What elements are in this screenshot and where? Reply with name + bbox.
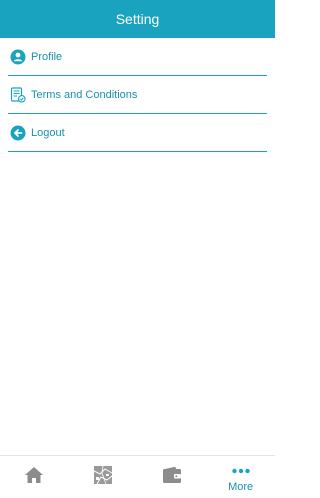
- menu-item-terms[interactable]: Terms and Conditions: [8, 76, 267, 114]
- menu-item-profile[interactable]: Profile: [8, 38, 267, 76]
- document-icon: [10, 86, 26, 103]
- menu-item-label: Profile: [31, 50, 63, 63]
- menu-item-label: Logout: [31, 126, 65, 139]
- more-icon: [231, 461, 251, 479]
- tab-more-label: More: [228, 481, 254, 493]
- settings-menu: Profile Terms and Conditions Logout: [8, 38, 267, 152]
- menu-item-logout[interactable]: Logout: [8, 114, 267, 152]
- map-icon: [93, 465, 113, 490]
- tab-map[interactable]: [69, 456, 138, 498]
- tab-home[interactable]: [0, 456, 69, 498]
- settings-screen: Setting Profile Terms and Conditions Log…: [0, 0, 275, 498]
- header-bar: Setting: [0, 0, 275, 38]
- page-title: Setting: [115, 11, 160, 27]
- logout-icon: [10, 125, 26, 141]
- tab-more[interactable]: More: [206, 456, 275, 498]
- tab-wallet[interactable]: [138, 456, 207, 498]
- menu-item-label: Terms and Conditions: [31, 88, 138, 101]
- profile-icon: [10, 49, 26, 65]
- wallet-icon: [162, 466, 182, 489]
- bottom-tab-bar: More: [0, 455, 275, 498]
- home-icon: [24, 466, 44, 489]
